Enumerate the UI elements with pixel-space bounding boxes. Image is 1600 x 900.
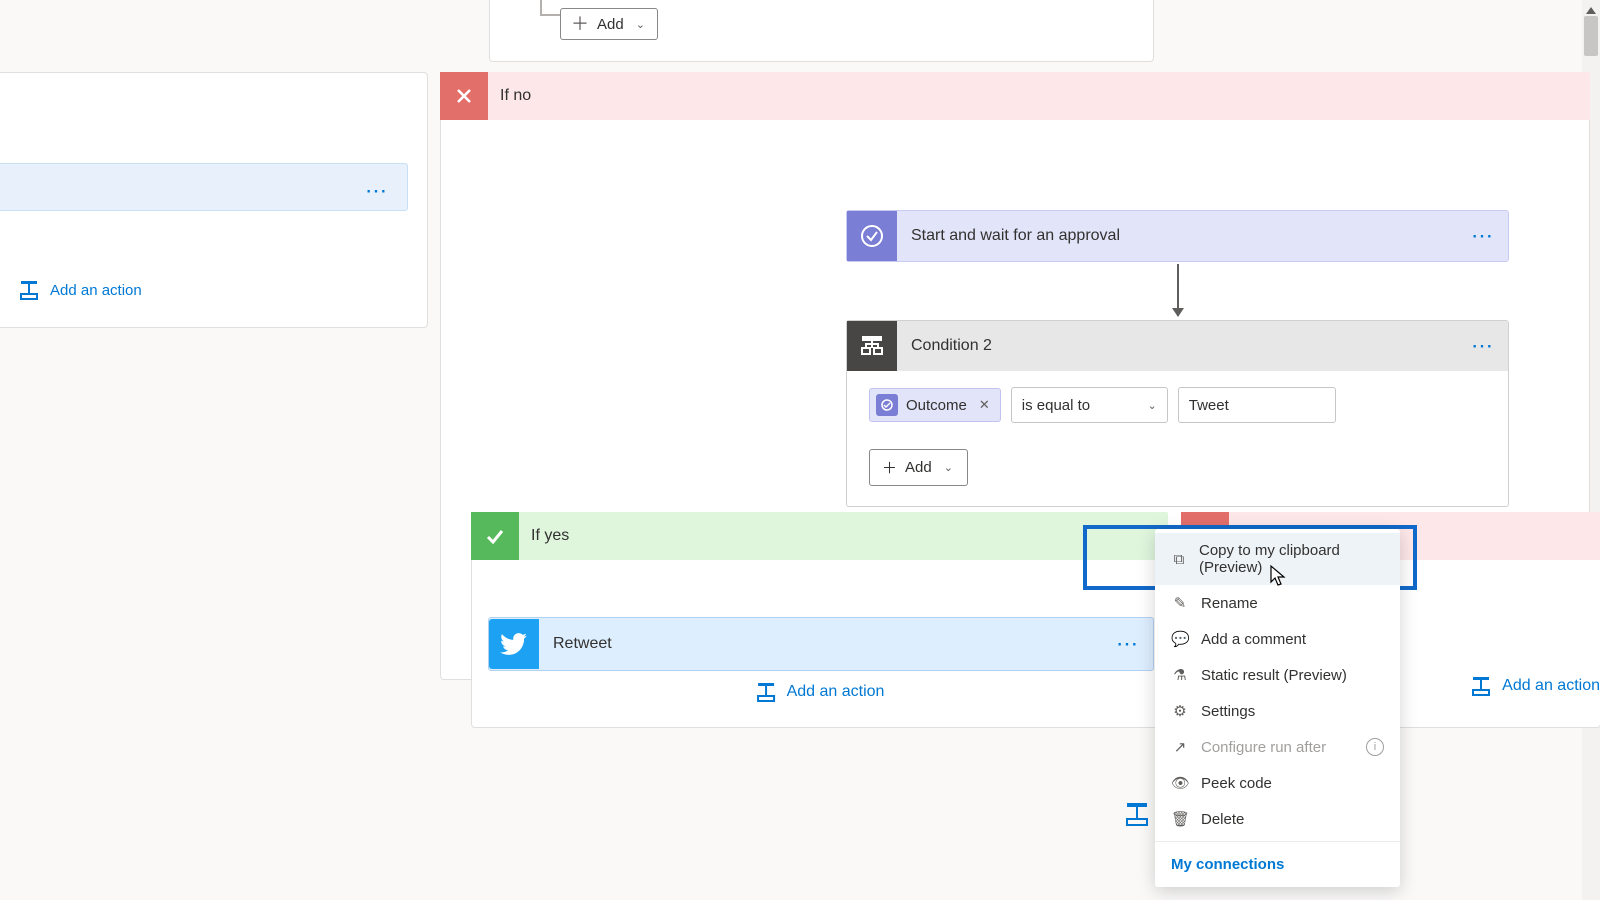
if-no-body: Start and wait for an approval ⋯ Conditi…	[440, 120, 1590, 680]
if-yes-body: Retweet ⋯ Add an action	[471, 560, 1168, 728]
scroll-up-icon[interactable]	[1586, 4, 1596, 14]
operator-label: is equal to	[1022, 397, 1090, 414]
approval-title: Start and wait for an approval	[897, 227, 1458, 245]
menu-add-comment[interactable]: 💬 Add a comment	[1155, 621, 1400, 657]
add-action-link[interactable]: Add an action	[18, 279, 142, 301]
condition-token[interactable]: Outcome ✕	[869, 388, 1001, 422]
add-action-link-yes[interactable]: Add an action	[755, 681, 885, 703]
add-action-label: Add an action	[787, 683, 885, 701]
menu-delete[interactable]: 🗑 Delete	[1155, 801, 1400, 837]
branch-icon: ↗	[1171, 738, 1189, 756]
condition-icon	[847, 321, 897, 371]
menu-rename[interactable]: ✎ Rename	[1155, 585, 1400, 621]
eye-icon: 👁	[1171, 774, 1189, 792]
menu-connections-label: My connections	[1171, 856, 1284, 873]
scroll-thumb[interactable]	[1584, 16, 1598, 56]
trash-icon: 🗑	[1171, 810, 1189, 828]
menu-settings[interactable]: ⚙ Settings	[1155, 693, 1400, 729]
check-icon	[471, 512, 519, 560]
add-label: Add	[597, 16, 624, 33]
condition-more-button[interactable]: ⋯	[1458, 333, 1508, 359]
menu-my-connections[interactable]: My connections	[1155, 846, 1400, 883]
approval-action-card[interactable]: Start and wait for an approval ⋯	[846, 210, 1509, 262]
more-menu-button[interactable]: ⋯	[365, 178, 389, 204]
gear-icon: ⚙	[1171, 702, 1189, 720]
plus-icon: ＋	[571, 15, 589, 33]
approval-more-button[interactable]: ⋯	[1458, 223, 1508, 249]
add-action-label: Add an action	[50, 282, 142, 299]
menu-copy-label: Copy to my clipboard (Preview)	[1199, 542, 1384, 576]
menu-comment-label: Add a comment	[1201, 631, 1306, 648]
menu-static-label: Static result (Preview)	[1201, 667, 1347, 684]
menu-settings-label: Settings	[1201, 703, 1255, 720]
info-icon[interactable]: i	[1366, 738, 1384, 756]
plus-icon: ＋	[882, 457, 897, 478]
if-yes-label: If yes	[519, 527, 569, 545]
comment-icon: 💬	[1171, 630, 1189, 648]
menu-rename-label: Rename	[1201, 595, 1258, 612]
approval-icon	[847, 211, 897, 261]
add-action-icon	[755, 681, 777, 703]
menu-peek-label: Peek code	[1201, 775, 1272, 792]
left-action-card[interactable]: ⋯	[0, 163, 408, 211]
if-no-branch: If no Start and wait for an approval ⋯ C…	[440, 72, 1590, 680]
flask-icon: ⚗	[1171, 666, 1189, 684]
operator-select[interactable]: is equal to ⌄	[1011, 387, 1168, 423]
add-action-link-no[interactable]: Add an action	[1470, 675, 1600, 697]
pencil-icon: ✎	[1171, 594, 1189, 612]
chevron-down-icon: ⌄	[636, 18, 645, 31]
menu-peek-code[interactable]: 👁 Peek code	[1155, 765, 1400, 801]
retweet-more-button[interactable]: ⋯	[1103, 631, 1153, 657]
add-row-button[interactable]: ＋ Add ⌄	[869, 449, 968, 486]
flow-arrow-down	[1177, 264, 1179, 316]
condition-body: Outcome ✕ is equal to ⌄ ＋ Add ⌄	[847, 371, 1508, 506]
left-branch-panel: ⋯ Add an action	[0, 72, 428, 328]
menu-delete-label: Delete	[1201, 811, 1244, 828]
new-step-icon[interactable]	[1123, 800, 1151, 828]
add-row-label: Add	[905, 459, 932, 476]
token-icon	[876, 394, 898, 416]
if-no-header[interactable]: If no	[440, 72, 1590, 120]
add-action-label: Add an action	[1502, 677, 1600, 695]
menu-copy-clipboard[interactable]: ⧉ Copy to my clipboard (Preview)	[1155, 533, 1400, 585]
add-condition-button[interactable]: ＋ Add ⌄	[560, 8, 658, 40]
action-context-menu: ⧉ Copy to my clipboard (Preview) ✎ Renam…	[1155, 529, 1400, 887]
add-action-icon	[1470, 675, 1492, 697]
connector-line	[540, 0, 560, 16]
retweet-action-card[interactable]: Retweet ⋯	[488, 617, 1154, 671]
menu-separator	[1155, 841, 1400, 842]
retweet-title: Retweet	[539, 635, 1103, 653]
chevron-down-icon: ⌄	[1148, 399, 1157, 412]
nested-if-yes-branch: If yes Retweet ⋯ Add an action	[471, 512, 1168, 728]
x-icon	[440, 72, 488, 120]
token-remove-icon[interactable]: ✕	[979, 397, 990, 413]
chevron-down-icon: ⌄	[944, 461, 953, 474]
top-action-panel: ＋ Add ⌄	[489, 0, 1154, 62]
add-action-icon	[18, 279, 40, 301]
copy-icon: ⧉	[1171, 551, 1187, 568]
token-label: Outcome	[906, 397, 967, 414]
menu-configure-label: Configure run after	[1201, 739, 1326, 756]
condition-title: Condition 2	[897, 337, 1458, 355]
if-yes-header[interactable]: If yes	[471, 512, 1168, 560]
menu-configure-run-after: ↗ Configure run after i	[1155, 729, 1400, 765]
if-no-label: If no	[488, 87, 531, 105]
twitter-icon	[489, 619, 539, 669]
condition-card[interactable]: Condition 2 ⋯ Outcome ✕ is equal to ⌄	[846, 320, 1509, 507]
condition-value-input[interactable]	[1178, 387, 1336, 423]
menu-static-result[interactable]: ⚗ Static result (Preview)	[1155, 657, 1400, 693]
